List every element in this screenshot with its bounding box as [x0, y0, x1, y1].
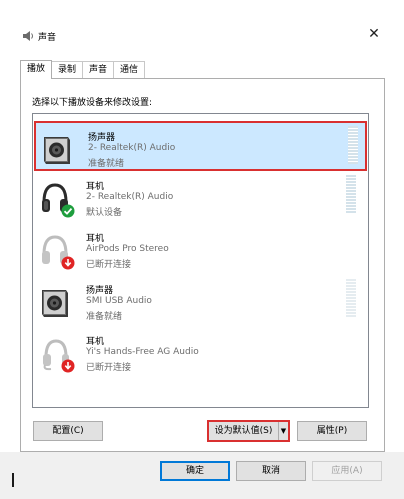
dialog-footer: 确定 取消 应用(A)	[0, 452, 404, 499]
device-description: 2- Realtek(R) Audio	[86, 192, 174, 202]
device-name: 扬声器	[88, 133, 116, 143]
device-name: 扬声器	[86, 286, 114, 296]
device-name: 耳机	[86, 234, 105, 244]
configure-button[interactable]: 配置(C)	[33, 421, 103, 441]
volume-level-meter	[346, 175, 356, 213]
device-row[interactable]: 扬声器 SMI USB Audio 准备就绪	[34, 276, 367, 326]
device-row[interactable]: 耳机 Yi's Hands-Free AG Audio 已断开连接	[34, 327, 367, 377]
device-status: 准备就绪	[86, 312, 123, 322]
instruction-text: 选择以下播放设备来修改设置:	[32, 98, 153, 108]
device-name: 耳机	[86, 182, 105, 192]
properties-button[interactable]: 属性(P)	[297, 421, 367, 441]
device-row[interactable]: 扬声器 2- Realtek(R) Audio 准备就绪	[34, 121, 367, 171]
device-status: 已断开连接	[86, 363, 132, 373]
device-description: SMI USB Audio	[86, 296, 152, 306]
default-check-icon	[61, 204, 75, 221]
device-status: 默认设备	[86, 208, 123, 218]
device-row[interactable]: 耳机 AirPods Pro Stereo 已断开连接	[34, 224, 367, 274]
tab-sounds[interactable]: 声音	[82, 61, 115, 78]
tab-strip: 播放 录制 声音 通信	[20, 60, 146, 80]
sound-app-icon	[22, 30, 34, 45]
device-description: 2- Realtek(R) Audio	[88, 143, 176, 153]
disconnected-arrow-icon	[61, 256, 75, 273]
device-row[interactable]: 耳机 2- Realtek(R) Audio 默认设备	[34, 172, 367, 222]
apply-button[interactable]: 应用(A)	[312, 461, 382, 481]
tab-recording[interactable]: 录制	[51, 61, 84, 78]
tab-communications[interactable]: 通信	[113, 61, 146, 78]
set-default-split-button: 设为默认值(S) ▼	[207, 420, 290, 442]
device-description: AirPods Pro Stereo	[86, 244, 169, 254]
disconnected-arrow-icon	[61, 359, 75, 376]
device-status: 准备就绪	[88, 159, 125, 169]
close-icon[interactable]: ✕	[366, 26, 382, 42]
speaker-icon	[41, 131, 73, 167]
set-default-dropdown-arrow-icon[interactable]: ▼	[279, 422, 288, 440]
tab-playback[interactable]: 播放	[20, 60, 53, 79]
volume-level-meter	[348, 126, 358, 164]
window-title: 声音	[38, 33, 57, 43]
device-description: Yi's Hands-Free AG Audio	[86, 347, 199, 357]
speaker-icon	[39, 284, 71, 320]
ok-button[interactable]: 确定	[160, 461, 230, 481]
title-bar: 声音 ✕	[0, 0, 404, 43]
volume-level-meter	[346, 279, 356, 317]
device-status: 已断开连接	[86, 260, 132, 270]
playback-device-list[interactable]: 扬声器 2- Realtek(R) Audio 准备就绪 耳机 2- Realt…	[32, 113, 369, 408]
device-name: 耳机	[86, 337, 105, 347]
cancel-button[interactable]: 取消	[236, 461, 306, 481]
set-default-button[interactable]: 设为默认值(S)	[209, 422, 279, 440]
window-edge-divider	[12, 473, 14, 487]
